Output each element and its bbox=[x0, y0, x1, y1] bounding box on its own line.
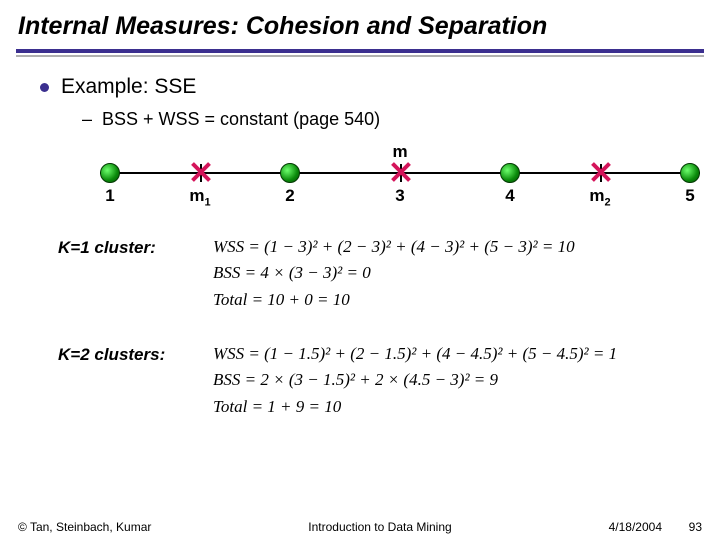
slide-title: Internal Measures: Cohesion and Separati… bbox=[0, 0, 720, 49]
footer-date: 4/18/2004 bbox=[609, 520, 662, 534]
point-2 bbox=[280, 163, 300, 183]
footer-copyright: © Tan, Steinbach, Kumar bbox=[18, 520, 151, 534]
bullet-dot-icon bbox=[40, 83, 49, 92]
k1-formulas: WSS = (1 − 3)² + (2 − 3)² + (4 − 3)² + (… bbox=[213, 234, 575, 313]
mean-m2-mark bbox=[590, 162, 610, 182]
label-m-top: m bbox=[392, 142, 407, 162]
mean-m1-mark bbox=[190, 162, 210, 182]
number-line-diagram: m 1 m1 2 3 4 m2 5 bbox=[100, 140, 700, 210]
k2-wss: WSS = (1 − 1.5)² + (2 − 1.5)² + (4 − 4.5… bbox=[213, 341, 617, 367]
footer: © Tan, Steinbach, Kumar Introduction to … bbox=[0, 520, 720, 534]
point-1 bbox=[100, 163, 120, 183]
k1-bss: BSS = 4 × (3 − 3)² = 0 bbox=[213, 260, 575, 286]
bullet-example: Example: SSE bbox=[40, 75, 680, 99]
sub-bullet: – BSS + WSS = constant (page 540) bbox=[82, 109, 680, 130]
k2-bss: BSS = 2 × (3 − 1.5)² + 2 × (4.5 − 3)² = … bbox=[213, 367, 617, 393]
mean-m-mark bbox=[390, 162, 410, 182]
title-rule bbox=[16, 49, 704, 57]
k1-label: K=1 cluster: bbox=[58, 234, 213, 258]
dash-icon: – bbox=[82, 109, 92, 130]
label-2: 2 bbox=[285, 186, 294, 206]
k1-wss: WSS = (1 − 3)² + (2 − 3)² + (4 − 3)² + (… bbox=[213, 234, 575, 260]
label-m1: m1 bbox=[189, 186, 210, 208]
label-m2: m2 bbox=[589, 186, 610, 208]
sub-bullet-text: BSS + WSS = constant (page 540) bbox=[102, 109, 380, 130]
label-1: 1 bbox=[105, 186, 114, 206]
label-3: 3 bbox=[395, 186, 404, 206]
label-4: 4 bbox=[505, 186, 514, 206]
k1-total: Total = 10 + 0 = 10 bbox=[213, 287, 575, 313]
slide: Internal Measures: Cohesion and Separati… bbox=[0, 0, 720, 540]
k2-formulas: WSS = (1 − 1.5)² + (2 − 1.5)² + (4 − 4.5… bbox=[213, 341, 617, 420]
k2-label: K=2 clusters: bbox=[58, 341, 213, 365]
bullet-text: Example: SSE bbox=[61, 75, 196, 99]
label-5: 5 bbox=[685, 186, 694, 206]
point-3 bbox=[500, 163, 520, 183]
footer-title: Introduction to Data Mining bbox=[151, 520, 608, 534]
footer-page-number: 93 bbox=[662, 520, 702, 534]
k1-block: K=1 cluster: WSS = (1 − 3)² + (2 − 3)² +… bbox=[40, 234, 680, 313]
point-4 bbox=[680, 163, 700, 183]
k2-block: K=2 clusters: WSS = (1 − 1.5)² + (2 − 1.… bbox=[40, 341, 680, 420]
k2-total: Total = 1 + 9 = 10 bbox=[213, 394, 617, 420]
slide-body: Example: SSE – BSS + WSS = constant (pag… bbox=[0, 57, 720, 420]
